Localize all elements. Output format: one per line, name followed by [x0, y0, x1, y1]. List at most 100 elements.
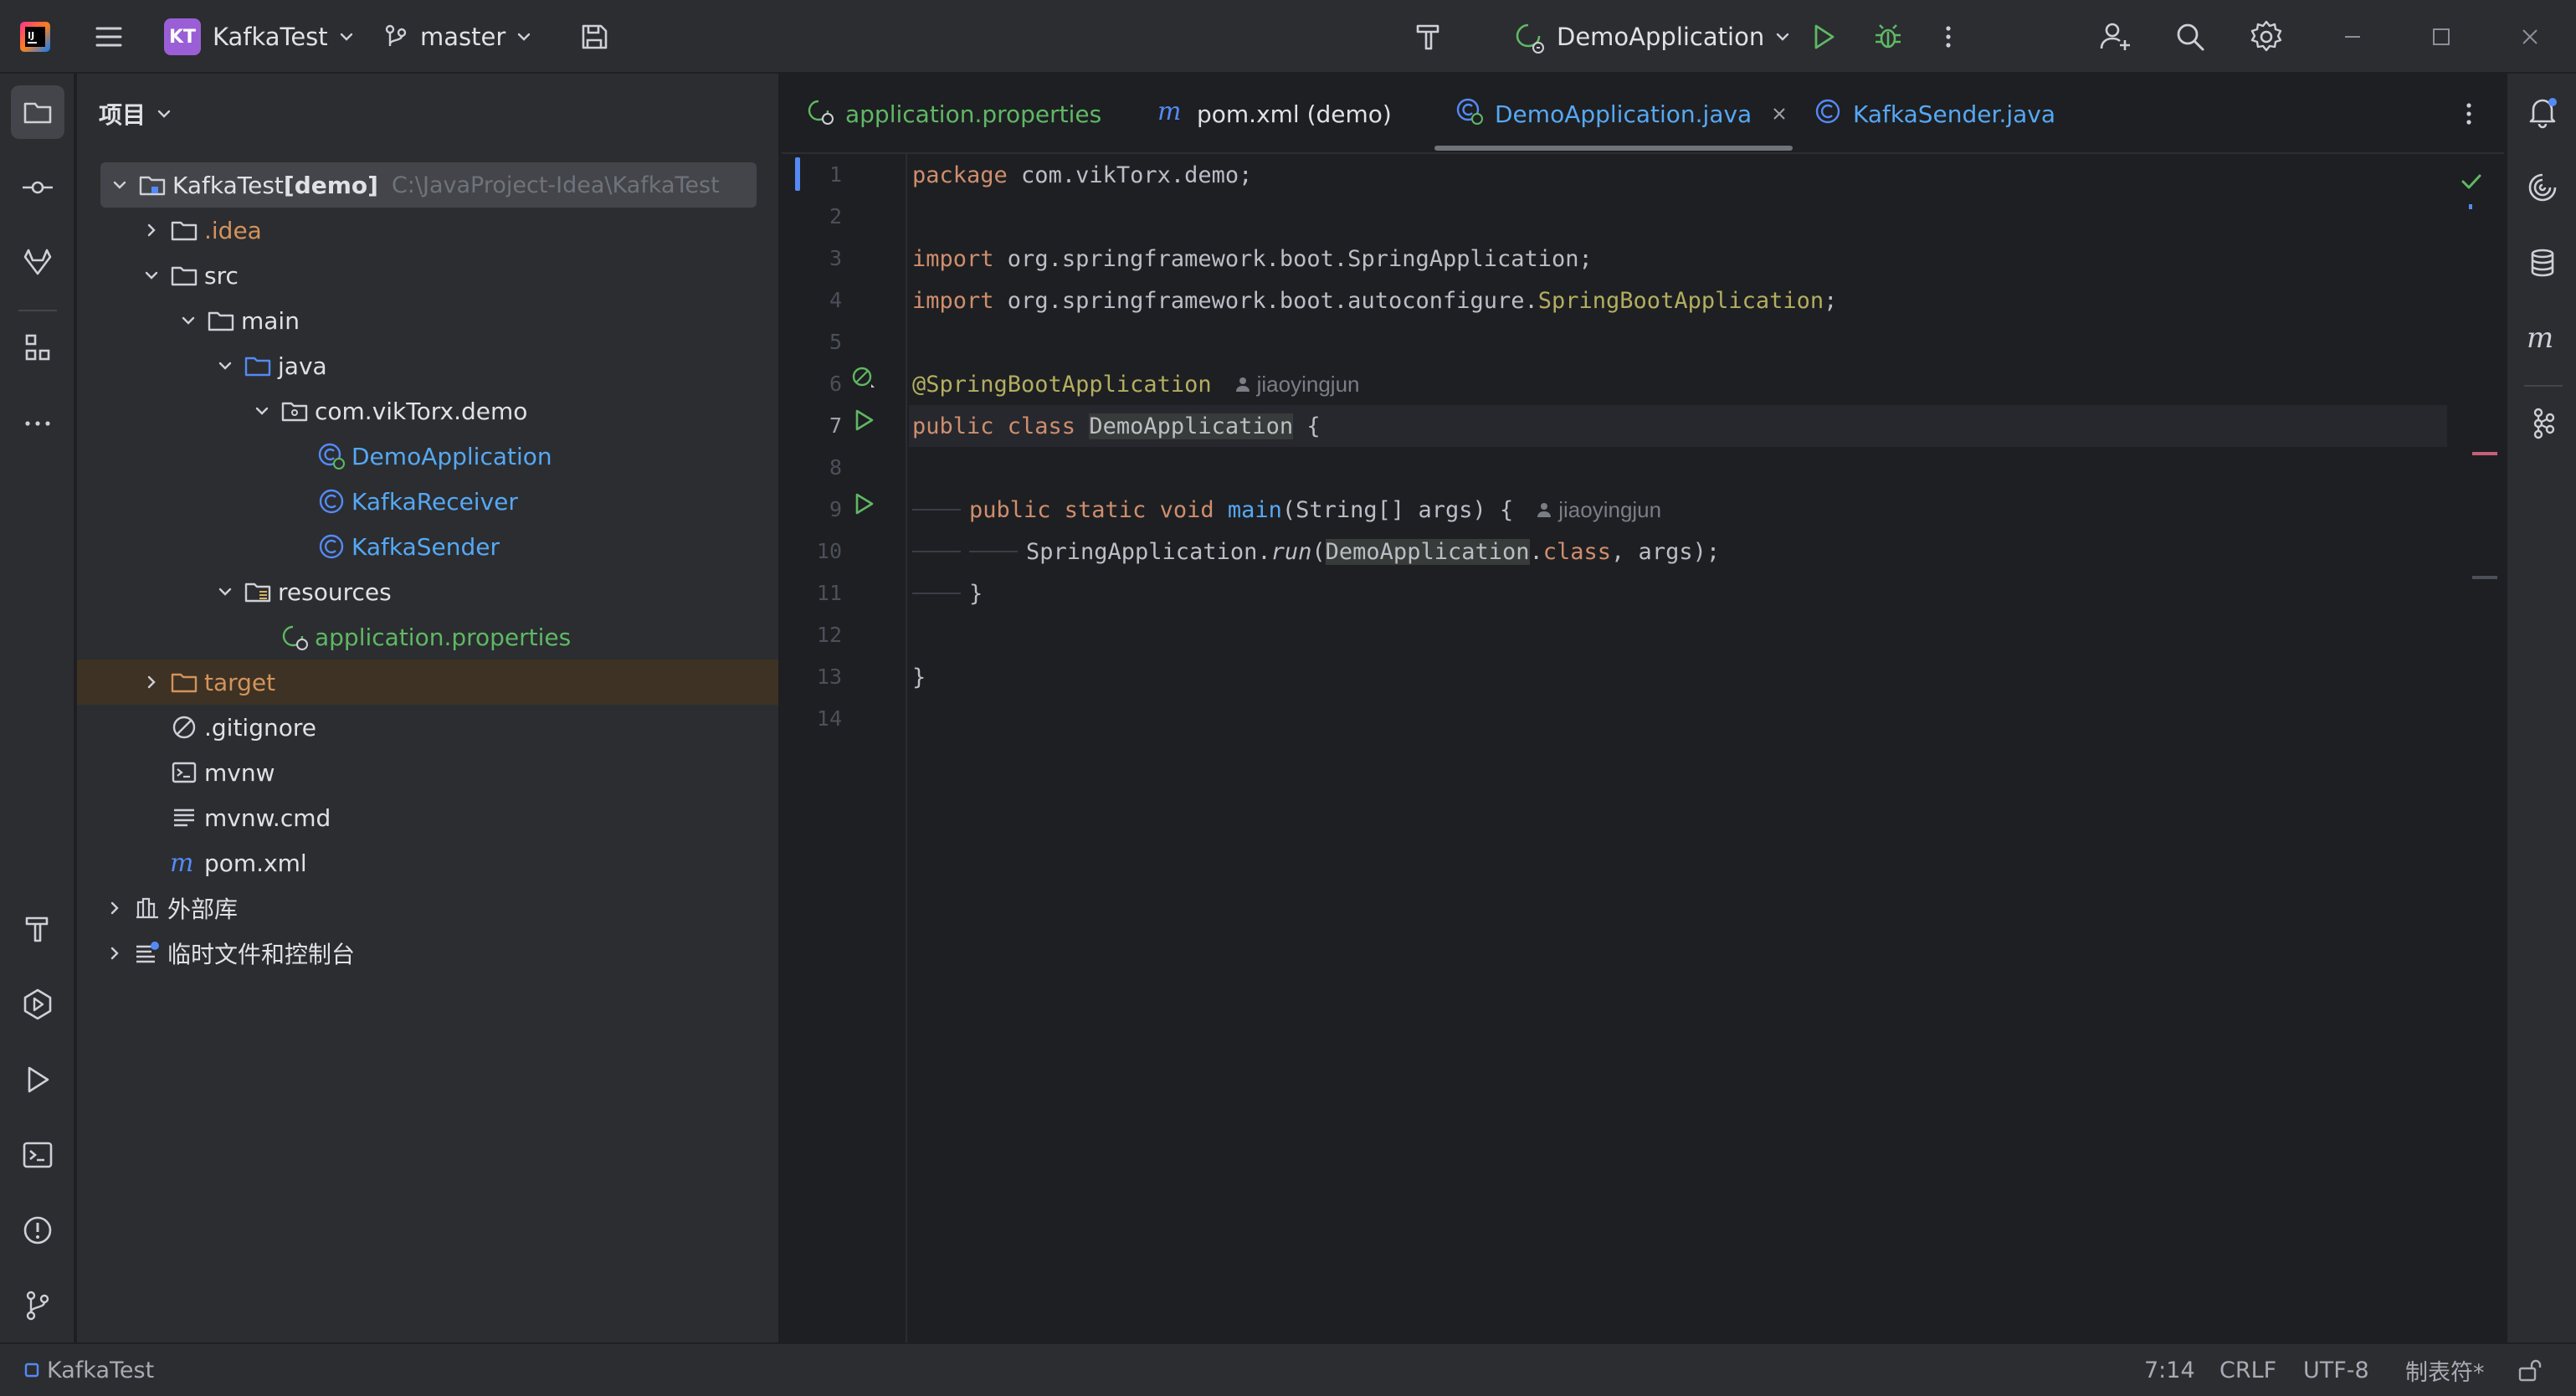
maximize-button[interactable] — [2429, 0, 2454, 74]
tree-item-label: application.properties — [315, 623, 572, 651]
git-tool-button[interactable] — [11, 1279, 64, 1332]
tab-kafkasender-java[interactable]: KafkaSender.java — [1813, 74, 2055, 154]
tab-application-properties[interactable]: application.properties — [805, 74, 1101, 154]
add-user-button[interactable] — [2097, 0, 2134, 74]
close-window-button[interactable] — [2517, 0, 2543, 74]
strip-divider — [18, 310, 57, 311]
database-button[interactable] — [2516, 236, 2569, 290]
inspection-ok-indicator[interactable] — [2457, 167, 2486, 202]
editor-tabs: application.properties m pom.xml (demo) … — [782, 74, 2504, 154]
commit-tool-button[interactable] — [11, 161, 64, 214]
chevron-right-icon[interactable] — [102, 896, 127, 921]
tree-item-resources[interactable]: resources — [77, 569, 778, 614]
tree-item-main[interactable]: main — [77, 298, 778, 343]
chevron-right-icon[interactable] — [102, 941, 127, 966]
author-inlay-hint[interactable]: jiaoyingjun — [1234, 372, 1360, 398]
tree-item-pom-xml[interactable]: m pom.xml — [77, 840, 778, 885]
chevron-down-icon[interactable] — [249, 398, 275, 423]
settings-button[interactable] — [2248, 0, 2285, 74]
app-logo[interactable]: IJ — [18, 0, 52, 74]
tree-item-project-root[interactable]: KafkaTest [demo] C:\JavaProject-Idea\Kaf… — [100, 162, 757, 208]
minimize-button[interactable] — [2340, 0, 2365, 74]
branch-switcher[interactable]: master — [382, 0, 534, 74]
tree-item-gitignore[interactable]: .gitignore — [77, 705, 778, 750]
run-gutter-icon[interactable] — [849, 405, 879, 435]
class-icon — [316, 531, 346, 562]
scroll-marker — [2472, 576, 2497, 579]
save-all-button[interactable] — [577, 0, 611, 74]
tree-item-application-properties[interactable]: application.properties — [77, 614, 778, 660]
project-tool-button[interactable] — [11, 85, 64, 139]
more-horizontal-icon — [25, 421, 50, 426]
author-inlay-hint[interactable]: jiaoyingjun — [1535, 497, 1661, 523]
code-text: } — [969, 580, 983, 607]
tree-item-package[interactable]: com.vikTorx.demo — [77, 388, 778, 434]
build-button[interactable] — [1411, 0, 1446, 74]
tree-item-demoapplication[interactable]: DemoApplication — [77, 434, 778, 479]
terminal-tool-button[interactable] — [11, 1128, 64, 1182]
tab-options-button[interactable] — [2459, 74, 2479, 154]
more-actions-button[interactable] — [1938, 0, 1958, 74]
tree-item-kafkasender[interactable]: KafkaSender — [77, 524, 778, 569]
chevron-down-icon — [518, 33, 531, 41]
problems-tool-button[interactable] — [11, 1204, 64, 1257]
tree-item-java[interactable]: java — [77, 343, 778, 388]
spring-properties-icon — [805, 96, 835, 132]
bug-icon — [1876, 24, 1901, 49]
debug-button[interactable] — [1871, 0, 1905, 74]
build-tool-button[interactable] — [11, 902, 64, 956]
tab-pom-xml[interactable]: m pom.xml (demo) — [1157, 74, 1392, 154]
chevron-down-icon[interactable] — [213, 353, 238, 378]
line-number: 6 — [829, 372, 842, 396]
chevron-down-icon[interactable] — [139, 263, 164, 288]
run-button[interactable] — [1808, 0, 1840, 74]
run-gutter-icon[interactable] — [849, 489, 879, 519]
maven-tool-button[interactable]: m — [2516, 311, 2569, 365]
chevron-down-icon[interactable] — [107, 172, 132, 198]
panel-title: 项目 — [99, 101, 146, 129]
spring-boot-icon — [1516, 23, 1544, 54]
indent-setting[interactable]: 制表符* — [2405, 1344, 2485, 1396]
file-encoding[interactable]: UTF-8 — [2303, 1344, 2369, 1396]
project-panel-header[interactable]: 项目 — [77, 74, 780, 154]
tree-item-target[interactable]: target — [77, 660, 778, 705]
tree-item-idea[interactable]: .idea — [77, 208, 778, 253]
run-config-selector[interactable]: DemoApplication — [1510, 0, 1793, 74]
caret-position[interactable]: 7:14 — [2144, 1344, 2195, 1396]
maven-icon: m — [169, 848, 199, 878]
folder-icon — [169, 260, 199, 290]
notifications-button[interactable] — [2516, 85, 2569, 139]
services-tool-button[interactable] — [11, 978, 64, 1031]
line-separator[interactable]: CRLF — [2219, 1344, 2276, 1396]
status-project-breadcrumb[interactable]: KafkaTest — [23, 1344, 154, 1396]
gitlab-tool-button[interactable] — [11, 236, 64, 290]
main-menu-button[interactable] — [92, 0, 126, 74]
project-name: KafkaTest — [213, 23, 328, 51]
chevron-down-icon[interactable] — [176, 308, 201, 333]
tree-item-src[interactable]: src — [77, 253, 778, 298]
tab-demoapplication-java[interactable]: DemoApplication.java — [1455, 74, 1788, 154]
spring-bean-gutter-icon[interactable] — [849, 363, 879, 393]
ai-assistant-button[interactable] — [2516, 161, 2569, 214]
class-icon — [1813, 96, 1843, 132]
search-button[interactable] — [2173, 0, 2208, 74]
project-switcher[interactable]: KT KafkaTest — [164, 0, 357, 74]
close-tab-button[interactable] — [1770, 105, 1788, 123]
more-tools-button[interactable] — [11, 397, 64, 450]
structure-tool-button[interactable] — [11, 321, 64, 375]
tree-item-scratches[interactable]: 临时文件和控制台 — [77, 931, 778, 976]
editor-gutter[interactable]: 1 2 3 4 5 6 7 8 9 10 11 12 13 14 — [782, 154, 907, 1342]
chevron-right-icon[interactable] — [139, 670, 164, 695]
run-tool-button[interactable] — [11, 1053, 64, 1106]
readonly-toggle[interactable] — [2516, 1344, 2544, 1396]
tree-item-kafkareceiver[interactable]: KafkaReceiver — [77, 479, 778, 524]
tree-item-mvnw[interactable]: mvnw — [77, 750, 778, 795]
code-text: . — [1529, 538, 1543, 565]
chevron-right-icon[interactable] — [139, 218, 164, 243]
tree-item-mvnw-cmd[interactable]: mvnw.cmd — [77, 795, 778, 840]
kafka-tool-button[interactable] — [2516, 397, 2569, 450]
chevron-down-icon[interactable] — [213, 579, 238, 604]
code-text: { — [1293, 413, 1321, 439]
tree-item-external-libraries[interactable]: 外部库 — [77, 885, 778, 931]
indent-guide — [912, 509, 961, 511]
